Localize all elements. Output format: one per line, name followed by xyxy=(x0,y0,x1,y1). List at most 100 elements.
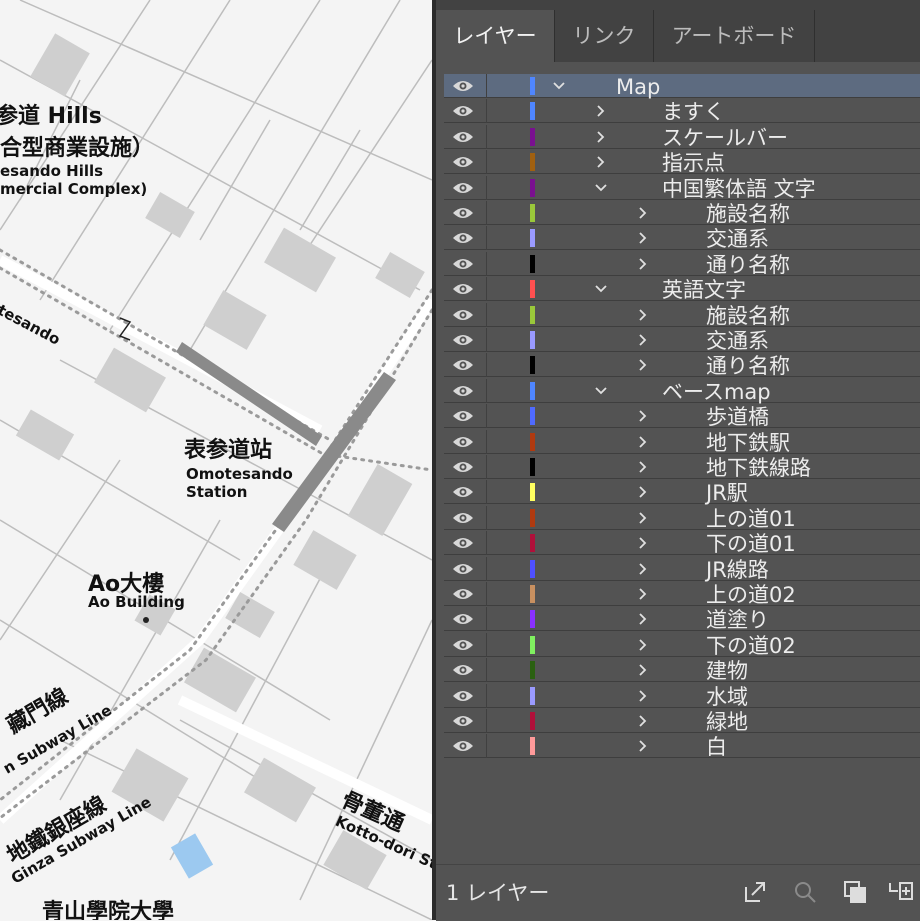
layer-row[interactable]: 下の道02 xyxy=(444,632,920,658)
eye-icon[interactable] xyxy=(452,510,474,526)
layer-row[interactable]: 施設名称 xyxy=(444,201,920,226)
layer-name[interactable]: ベースmap xyxy=(662,379,771,404)
tab-links[interactable]: リンク xyxy=(555,10,653,62)
chevron-right-icon[interactable] xyxy=(594,130,608,144)
eye-icon[interactable] xyxy=(452,383,474,399)
layer-row[interactable]: 交通系 xyxy=(444,226,920,251)
eye-icon[interactable] xyxy=(452,256,474,272)
lock-column[interactable] xyxy=(486,302,487,327)
chevron-down-icon[interactable] xyxy=(552,79,566,93)
layer-row[interactable]: 白 xyxy=(444,734,920,759)
layer-name[interactable]: 通り名称 xyxy=(706,353,790,378)
eye-icon[interactable] xyxy=(452,535,474,551)
lock-column[interactable] xyxy=(486,251,487,276)
lock-column[interactable] xyxy=(486,480,487,505)
layer-name[interactable]: 指示点 xyxy=(662,150,725,175)
layer-row[interactable]: 水域 xyxy=(444,683,920,709)
chevron-right-icon[interactable] xyxy=(636,587,650,601)
layer-row[interactable]: 下の道01 xyxy=(444,531,920,556)
layer-name[interactable]: 地下鉄駅 xyxy=(706,430,790,455)
layer-row[interactable]: 英語文字 xyxy=(444,277,920,302)
lock-column[interactable] xyxy=(486,709,487,733)
eye-icon[interactable] xyxy=(452,713,474,729)
lock-column[interactable] xyxy=(486,226,487,251)
layer-row[interactable]: スケールバー xyxy=(444,124,920,150)
layer-name[interactable]: 地下鉄線路 xyxy=(706,455,811,480)
layer-name[interactable]: 下の道02 xyxy=(706,633,796,658)
layer-row[interactable]: ますく xyxy=(444,99,920,124)
layer-row[interactable]: 上の道02 xyxy=(444,582,920,607)
chevron-right-icon[interactable] xyxy=(636,689,650,703)
chevron-right-icon[interactable] xyxy=(636,511,650,525)
lock-column[interactable] xyxy=(486,505,487,530)
tab-layers[interactable]: レイヤー xyxy=(436,10,554,62)
layer-name[interactable]: 下の道01 xyxy=(706,531,796,556)
layer-name[interactable]: 上の道02 xyxy=(706,582,796,607)
layer-name[interactable]: 英語文字 xyxy=(662,277,746,302)
eye-icon[interactable] xyxy=(452,434,474,450)
chevron-right-icon[interactable] xyxy=(636,206,650,220)
lock-column[interactable] xyxy=(486,607,487,632)
chevron-right-icon[interactable] xyxy=(636,257,650,271)
layer-row[interactable]: 中国繁体語 文字 xyxy=(444,175,920,201)
lock-column[interactable] xyxy=(486,556,487,581)
eye-icon[interactable] xyxy=(452,154,474,170)
layer-name[interactable]: スケールバー xyxy=(662,125,788,150)
layer-row[interactable]: ベースmap xyxy=(444,378,920,404)
lock-column[interactable] xyxy=(486,683,487,708)
layer-row[interactable]: 通り名称 xyxy=(444,251,920,277)
eye-icon[interactable] xyxy=(452,561,474,577)
layer-row[interactable]: Map xyxy=(444,74,920,99)
chevron-right-icon[interactable] xyxy=(636,409,650,423)
layer-name[interactable]: Map xyxy=(616,74,660,99)
layer-row[interactable]: 地下鉄線路 xyxy=(444,455,920,480)
eye-icon[interactable] xyxy=(452,459,474,475)
lock-column[interactable] xyxy=(486,74,487,98)
layer-name[interactable]: 中国繁体語 文字 xyxy=(662,176,816,201)
lock-column[interactable] xyxy=(486,429,487,454)
chevron-down-icon[interactable] xyxy=(594,282,608,296)
layer-row[interactable]: 上の道01 xyxy=(444,505,920,531)
chevron-right-icon[interactable] xyxy=(636,562,650,576)
chevron-right-icon[interactable] xyxy=(636,460,650,474)
chevron-right-icon[interactable] xyxy=(636,739,650,753)
layer-name[interactable]: 施設名称 xyxy=(706,201,790,226)
chevron-right-icon[interactable] xyxy=(594,104,608,118)
layer-row[interactable]: 交通系 xyxy=(444,328,920,353)
eye-icon[interactable] xyxy=(452,688,474,704)
layer-row[interactable]: 道塗り xyxy=(444,607,920,632)
eye-icon[interactable] xyxy=(452,129,474,145)
chevron-right-icon[interactable] xyxy=(594,155,608,169)
layer-name[interactable]: JR線路 xyxy=(706,557,769,582)
layer-name[interactable]: 施設名称 xyxy=(706,303,790,328)
layer-row[interactable]: JR駅 xyxy=(444,480,920,505)
layer-row[interactable]: 緑地 xyxy=(444,709,920,734)
eye-icon[interactable] xyxy=(452,586,474,602)
eye-icon[interactable] xyxy=(452,662,474,678)
lock-column[interactable] xyxy=(486,658,487,683)
tab-artboards[interactable]: アートボード xyxy=(654,10,814,62)
new-sublayer-icon[interactable] xyxy=(888,879,914,905)
chevron-right-icon[interactable] xyxy=(636,435,650,449)
eye-icon[interactable] xyxy=(452,738,474,754)
chevron-right-icon[interactable] xyxy=(636,714,650,728)
lock-column[interactable] xyxy=(486,582,487,606)
lock-column[interactable] xyxy=(486,124,487,149)
layer-row[interactable]: 通り名称 xyxy=(444,353,920,378)
chevron-right-icon[interactable] xyxy=(636,358,650,372)
lock-column[interactable] xyxy=(486,175,487,200)
layer-name[interactable]: 水域 xyxy=(706,684,748,709)
chevron-down-icon[interactable] xyxy=(594,181,608,195)
layer-row[interactable]: 歩道橋 xyxy=(444,404,920,429)
layer-row[interactable]: 施設名称 xyxy=(444,302,920,328)
clipping-mask-icon[interactable] xyxy=(842,879,868,905)
lock-column[interactable] xyxy=(486,734,487,759)
eye-icon[interactable] xyxy=(452,357,474,373)
lock-column[interactable] xyxy=(486,632,487,657)
chevron-down-icon[interactable] xyxy=(594,384,608,398)
chevron-right-icon[interactable] xyxy=(636,231,650,245)
layer-name[interactable]: ますく xyxy=(662,99,725,124)
eye-icon[interactable] xyxy=(452,180,474,196)
layer-name[interactable]: 上の道01 xyxy=(706,506,796,531)
layer-row[interactable]: JR線路 xyxy=(444,556,920,582)
